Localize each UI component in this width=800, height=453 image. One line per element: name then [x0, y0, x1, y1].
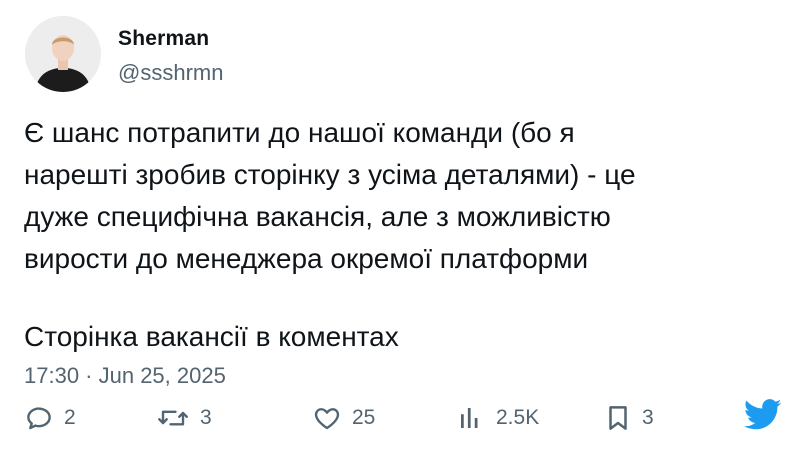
- avatar[interactable]: [25, 16, 101, 92]
- bookmark-count: 3: [642, 406, 654, 429]
- action-bar: 2 3 25 2.5K 3: [0, 398, 800, 438]
- tweet-line: вирости до менеджера окремої платформи: [24, 243, 589, 274]
- tweet-card: Sherman @ssshrmn Є шанс потрапити до наш…: [0, 0, 800, 453]
- tweet-timestamp[interactable]: 17:30 · Jun 25, 2025: [24, 363, 226, 389]
- reply-button[interactable]: 2: [24, 398, 76, 438]
- tweet-line: Сторінка вакансії в коментах: [24, 321, 399, 352]
- avatar-photo: [25, 16, 101, 92]
- views-icon: [461, 408, 478, 428]
- tweet-line: Є шанс потрапити до нашої команди (бо я: [24, 117, 575, 148]
- author-name[interactable]: Sherman: [118, 27, 209, 51]
- tweet-line: нарешті зробив сторінку з усіма деталями…: [24, 159, 636, 190]
- twitter-logo: [743, 399, 782, 430]
- views-button[interactable]: 2.5K: [456, 398, 539, 438]
- retweet-button[interactable]: 3: [156, 398, 212, 438]
- like-count: 25: [352, 406, 376, 429]
- reply-icon: [27, 407, 51, 430]
- bookmark-button[interactable]: 3: [604, 398, 654, 438]
- bookmark-icon: [609, 406, 627, 430]
- retweet-count: 3: [200, 406, 212, 429]
- views-count: 2.5K: [496, 406, 540, 429]
- reply-count: 2: [64, 406, 76, 429]
- author-handle[interactable]: @ssshrmn: [118, 60, 223, 86]
- like-button[interactable]: 25: [312, 398, 375, 438]
- heart-icon: [314, 408, 340, 430]
- tweet-line: дуже специфічна вакансія, але з можливіс…: [24, 201, 611, 232]
- retweet-icon: [158, 410, 188, 426]
- tweet-text: Є шанс потрапити до нашої команди (бо я …: [24, 112, 784, 358]
- twitter-bird-icon[interactable]: [743, 398, 782, 437]
